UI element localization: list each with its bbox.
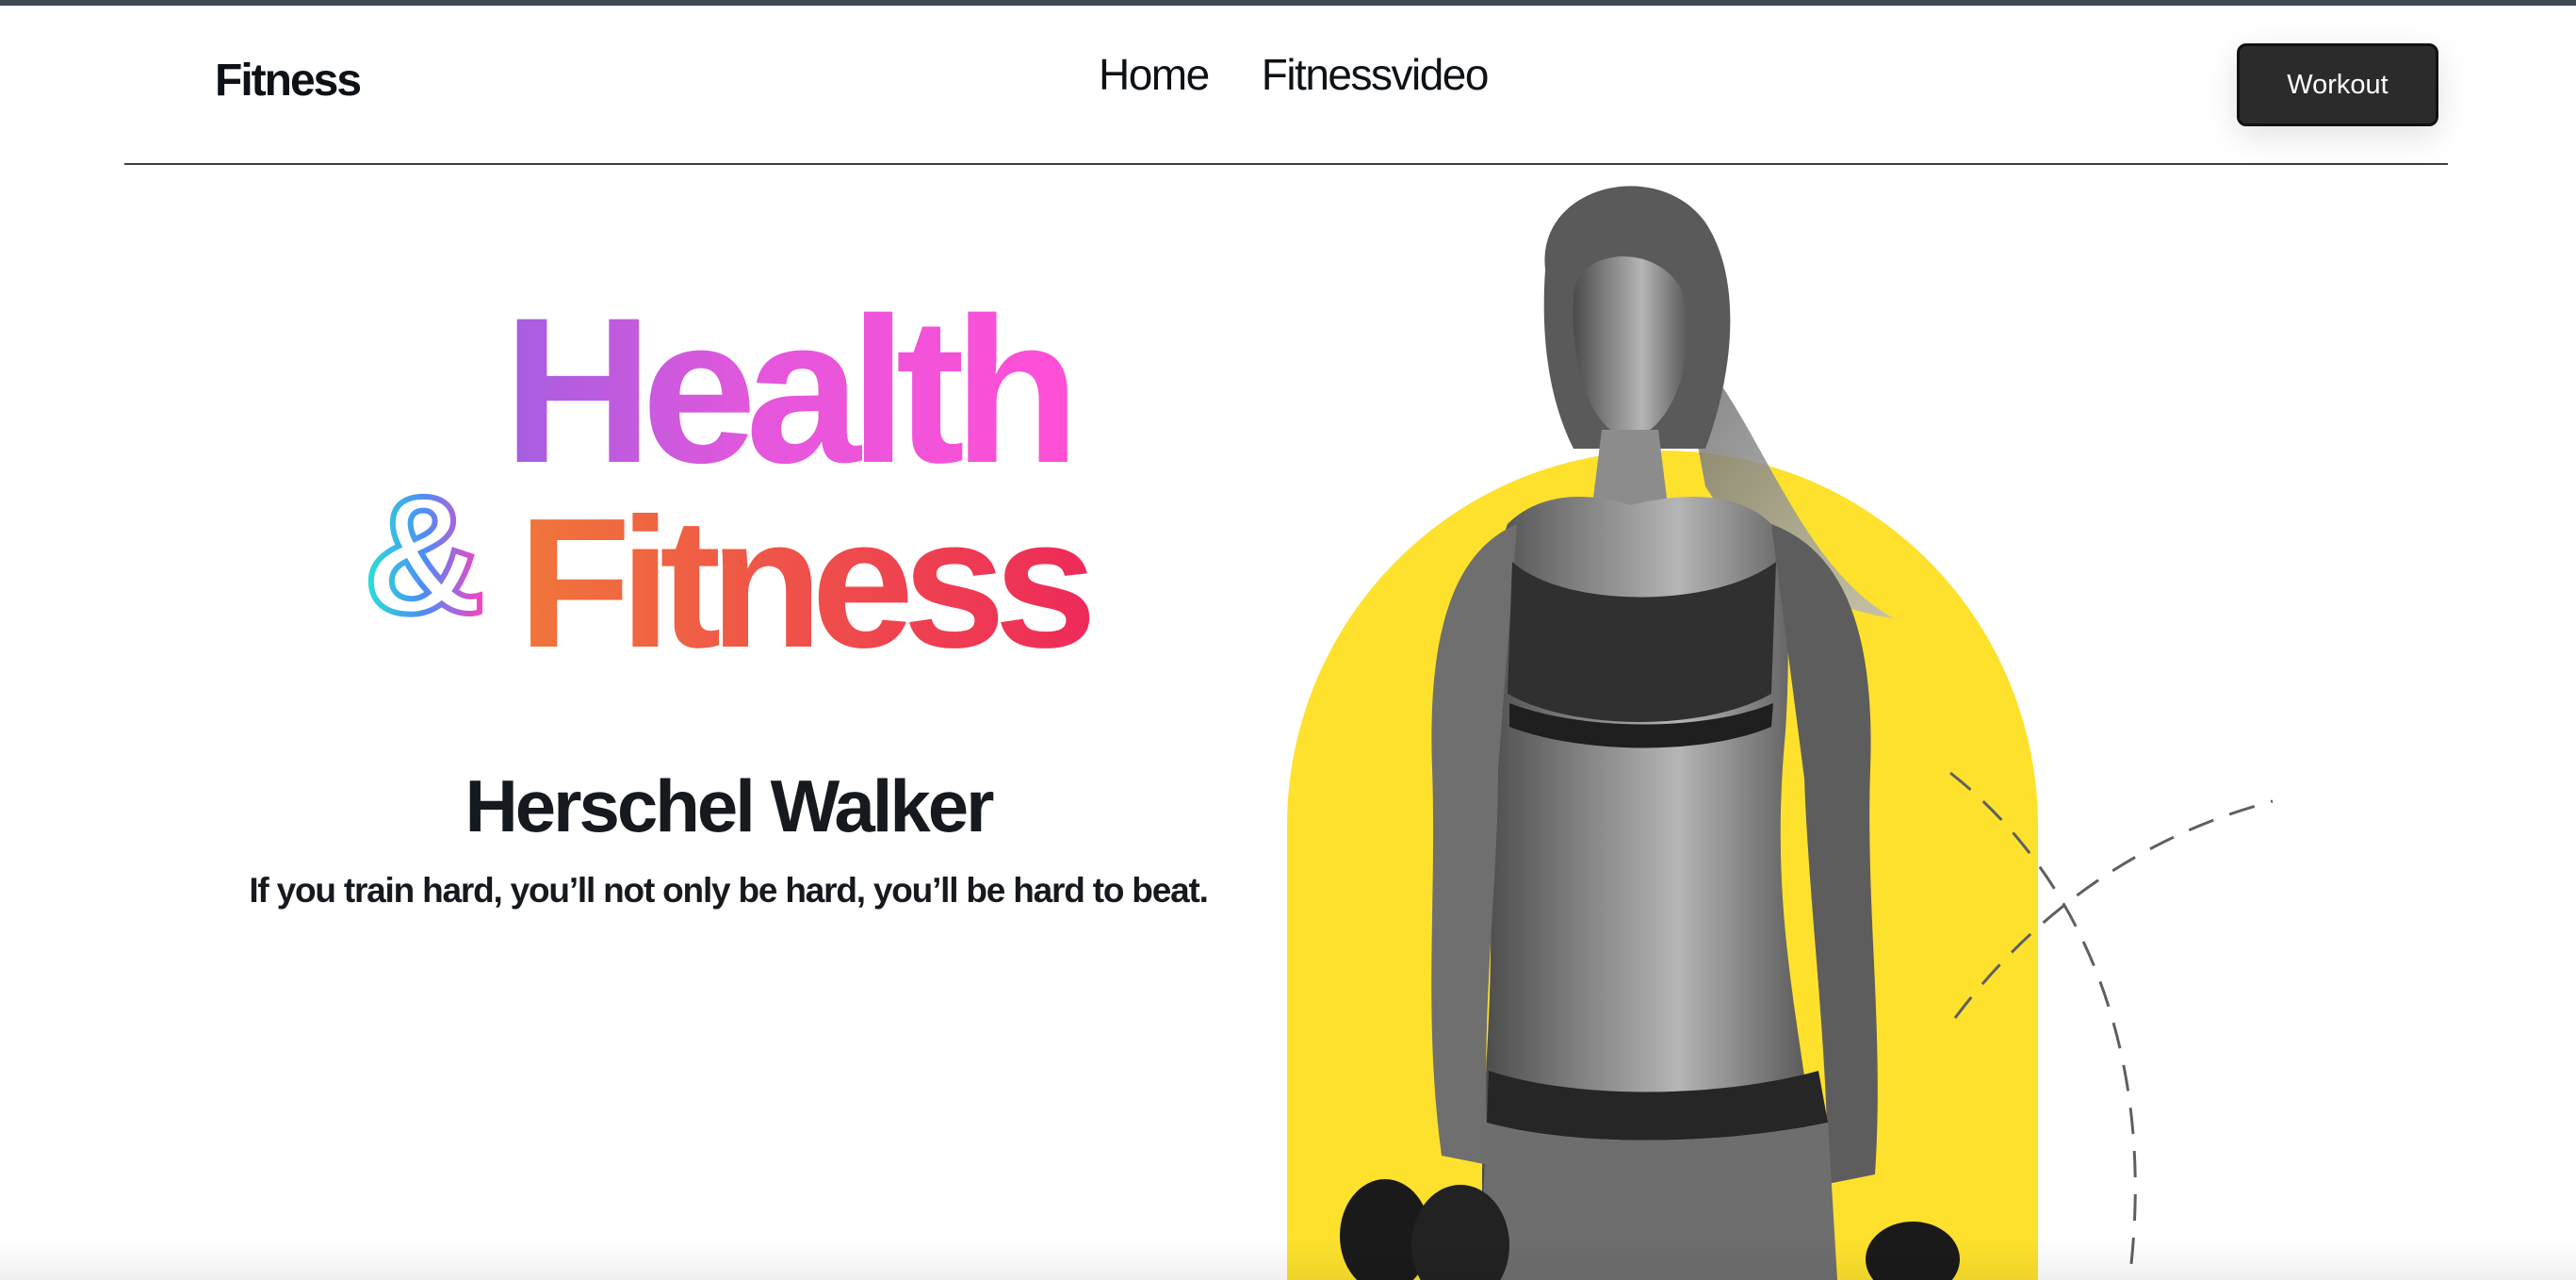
nav-link-fitnessvideo[interactable]: Fitnessvideo [1262, 49, 1490, 100]
headline-fitness: Fitness [518, 480, 1089, 686]
bottom-edge-shadow [0, 1239, 2576, 1280]
quote-author: Herschel Walker [465, 764, 994, 847]
brand-logo[interactable]: Fitness [215, 55, 362, 107]
ampersand-outline: & [364, 461, 485, 648]
nav-link-home[interactable]: Home [1099, 49, 1210, 100]
hero-headline: Health & Fitness [361, 274, 1101, 686]
athlete-photo [1340, 186, 1960, 1280]
header-divider [124, 163, 2448, 165]
quote-text: If you train hard, you’ll not only be ha… [249, 871, 1209, 910]
main-nav: Home Fitnessvideo [1099, 49, 1490, 100]
top-border-bar [0, 0, 2576, 6]
workout-button[interactable]: Workout [2237, 43, 2438, 126]
headline-health: Health [503, 274, 1068, 506]
